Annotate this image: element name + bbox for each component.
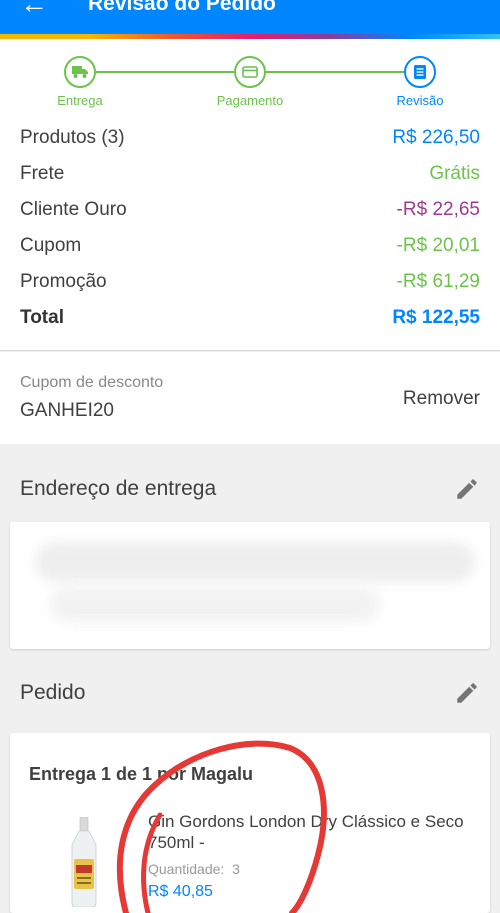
summary-label: Frete [20,163,65,184]
product-image[interactable] [66,817,102,907]
order-section-title: Pedido [20,681,86,704]
step-revisao[interactable] [404,56,436,88]
redacted-address [50,587,380,622]
quantity-label: Quantidade: [148,861,225,877]
redacted-address [35,542,475,582]
coupon-label: Cupom de desconto [20,374,164,391]
step-pagamento[interactable] [234,56,266,88]
total-value: R$ 122,55 [392,307,480,328]
pencil-icon[interactable] [454,680,480,706]
quantity-value: 3 [232,861,240,877]
summary-value: R$ 226,50 [392,127,480,148]
app-bar: ← Revisão do Pedido [0,0,500,34]
summary-row-promocao: Promoção -R$ 61,29 [20,271,480,297]
address-card[interactable] [10,522,490,649]
step-connector [266,71,406,73]
summary-label: Cupom [20,235,82,256]
step-label-revisao: Revisão [396,93,444,108]
summary-row-produtos: Produtos (3) R$ 226,50 [20,127,480,153]
product-price: R$ 40,85 [148,883,213,900]
summary-value: Grátis [429,163,480,184]
shipment-title: Entrega 1 de 1 por Magalu [29,764,254,784]
remove-coupon-button[interactable]: Remover [403,388,480,410]
product-name[interactable]: Gin Gordons London Dry Clássico e Seco 7… [148,811,468,853]
summary-row-cupom: Cupom -R$ 20,01 [20,235,480,261]
summary-value: -R$ 61,29 [396,271,480,292]
order-summary: Produtos (3) R$ 226,50 Frete Grátis Clie… [0,127,500,351]
coupon-code: GANHEI20 [20,400,114,421]
step-label-pagamento: Pagamento [216,93,284,108]
summary-value: -R$ 22,65 [396,199,480,220]
pencil-icon[interactable] [454,476,480,502]
summary-label: Promoção [20,271,107,292]
product-quantity: Quantidade: 3 [148,861,240,877]
checkout-stepper: Entrega Pagamento Revisão [0,39,500,127]
total-label: Total [20,307,64,328]
summary-value: -R$ 20,01 [396,235,480,256]
coupon-section: Cupom de desconto GANHEI20 Remover [0,352,500,444]
card-icon [242,66,258,78]
arrow-left-icon[interactable]: ← [20,0,48,18]
truck-icon [72,66,88,78]
order-card: Entrega 1 de 1 por Magalu Gin Gordons Lo… [10,733,490,913]
summary-label: Produtos (3) [20,127,125,148]
page-title: Revisão do Pedido [88,0,276,15]
summary-row-cliente-ouro: Cliente Ouro -R$ 22,65 [20,199,480,225]
summary-row-frete: Frete Grátis [20,163,480,189]
step-label-entrega: Entrega [57,93,103,108]
summary-row-total: Total R$ 122,55 [20,307,480,333]
step-connector [96,71,236,73]
summary-label: Cliente Ouro [20,199,127,220]
step-entrega[interactable] [64,56,96,88]
address-section-title: Endereço de entrega [20,477,217,500]
document-icon [414,65,426,79]
